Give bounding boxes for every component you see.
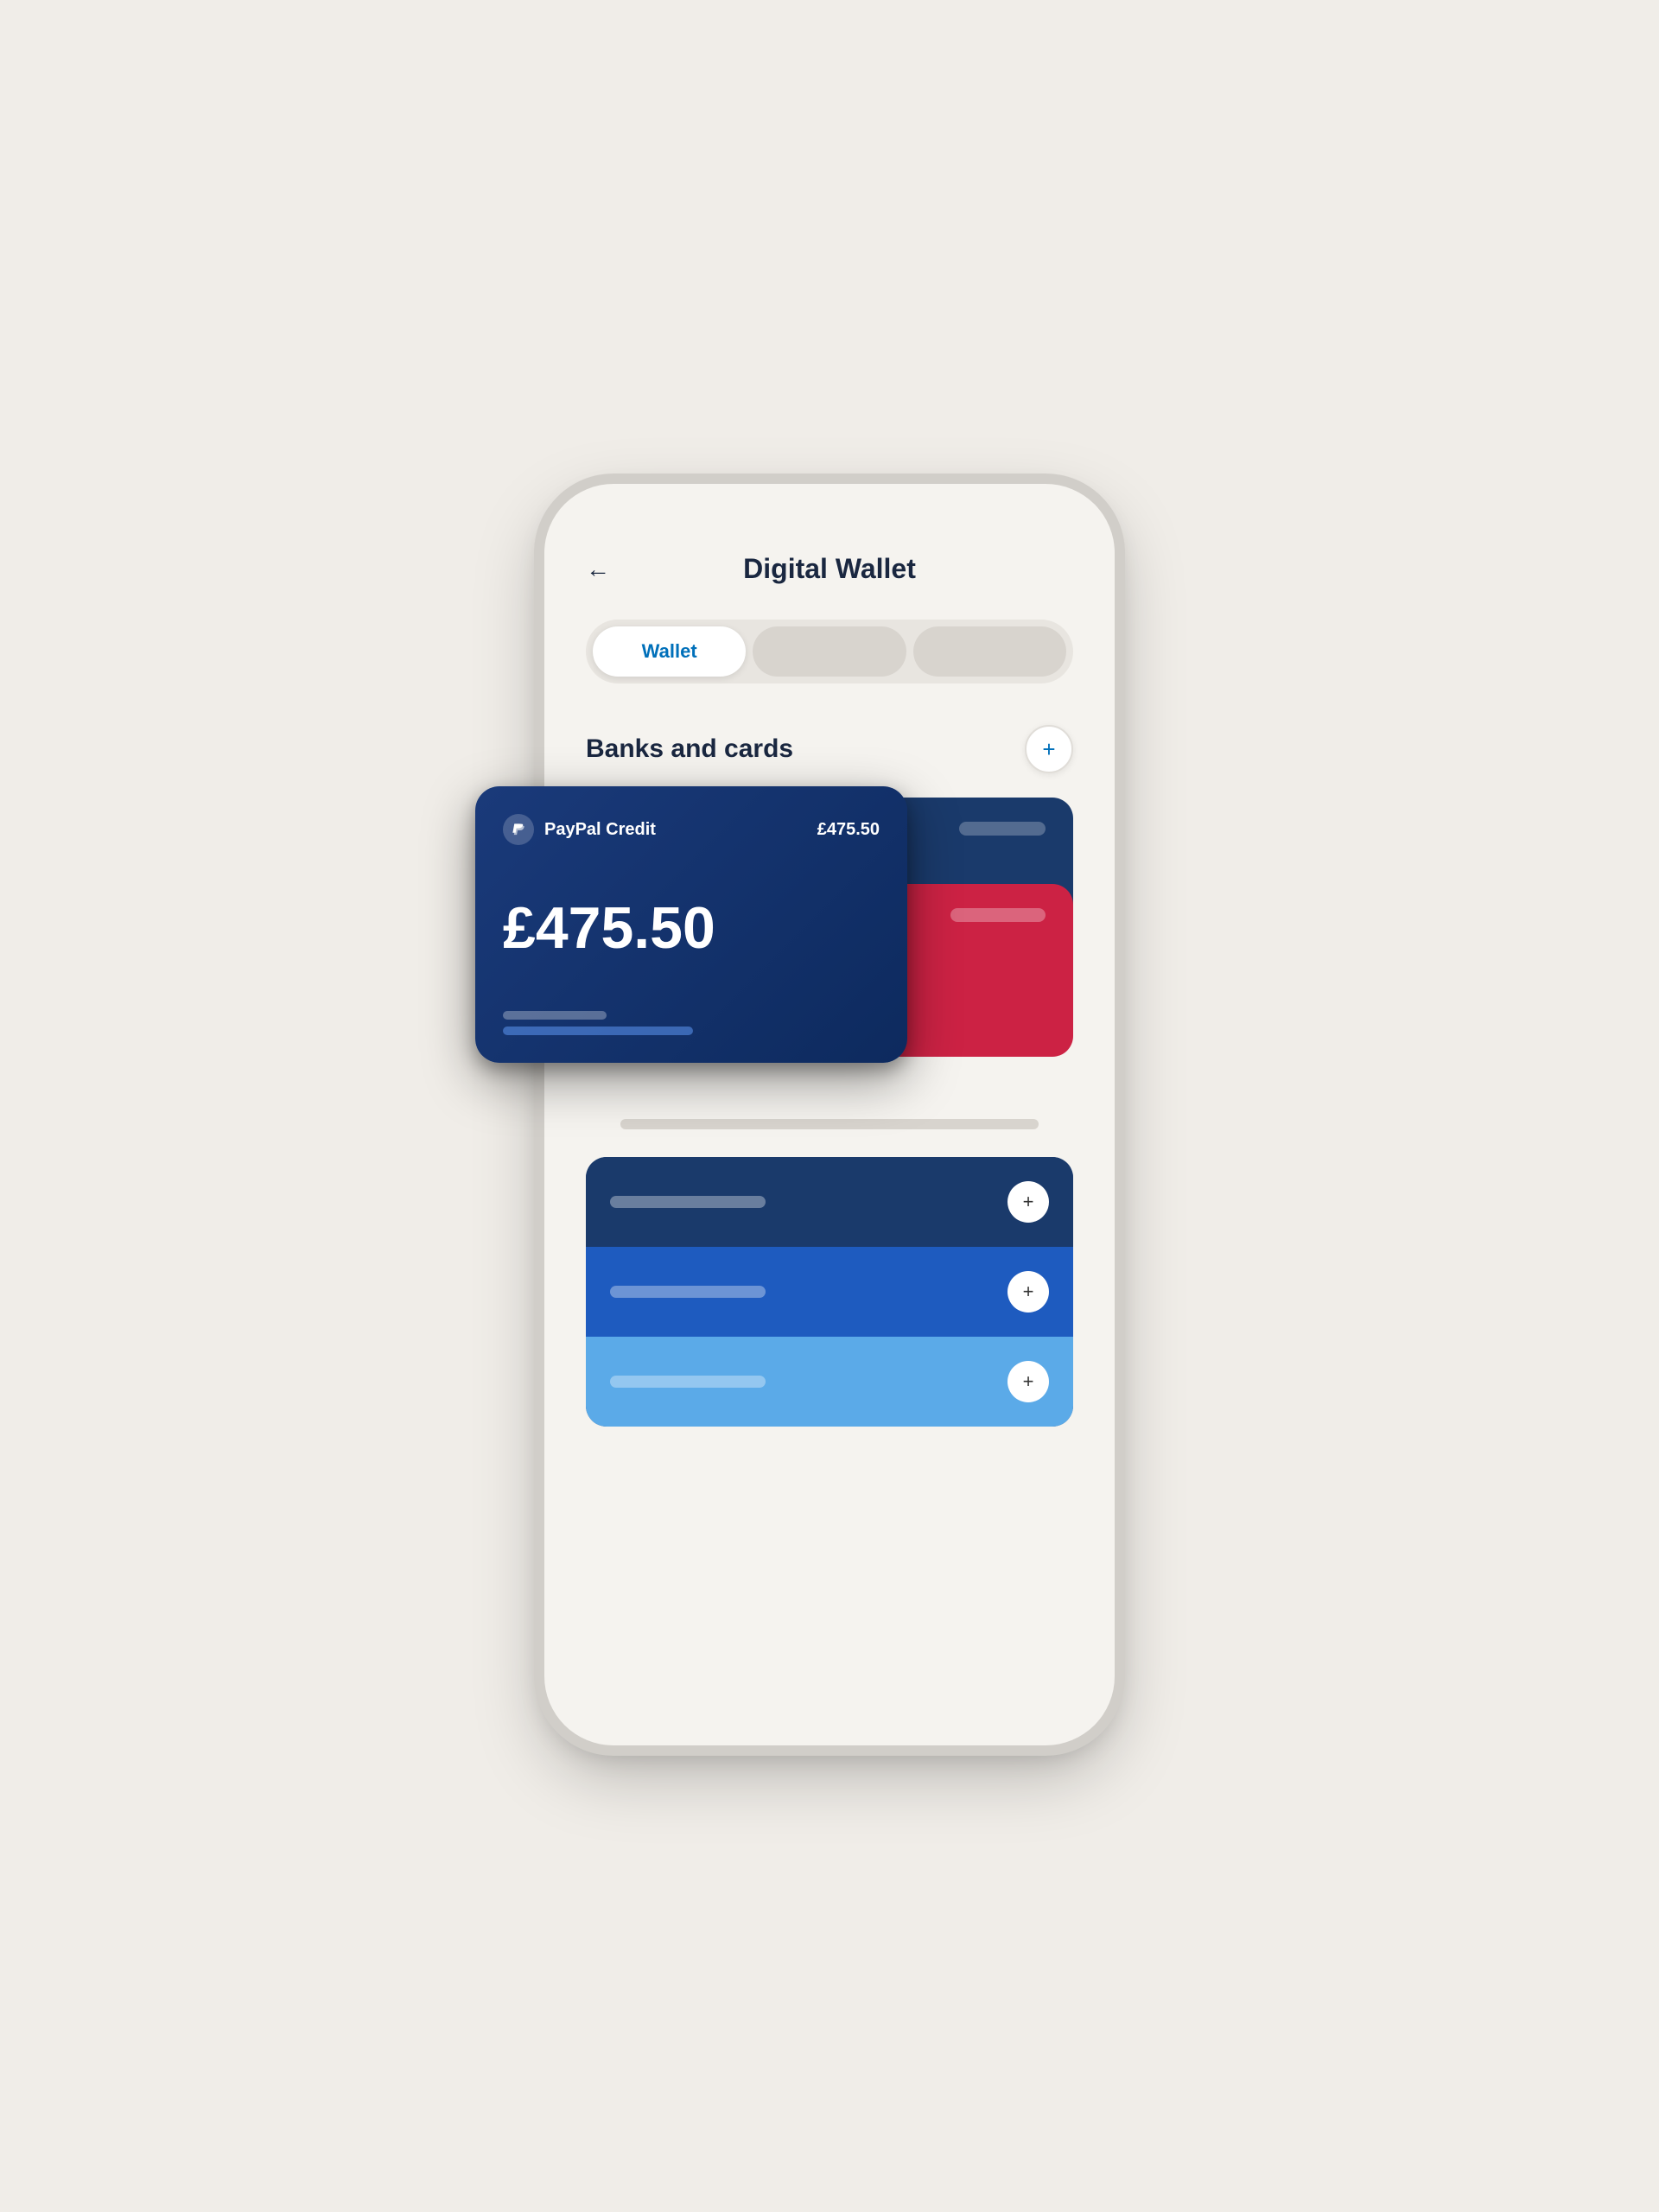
add-card-button[interactable]: + <box>1025 725 1073 773</box>
add-circle-btn-2[interactable]: + <box>1007 1271 1049 1313</box>
card-red-placeholder-2 <box>950 908 1046 922</box>
add-card-placeholder-1 <box>610 1196 766 1208</box>
page-title: Digital Wallet <box>743 553 916 585</box>
paypal-logo-icon <box>503 814 534 845</box>
add-card-row-1[interactable]: + <box>586 1157 1073 1247</box>
tab-3[interactable] <box>913 626 1066 677</box>
add-card-row-2[interactable]: + <box>586 1247 1073 1337</box>
card-bottom-bar <box>503 1027 693 1035</box>
phone-shell: ← Digital Wallet Wallet Banks and cards … <box>544 484 1115 1745</box>
tab-2[interactable] <box>753 626 906 677</box>
tab-wallet[interactable]: Wallet <box>593 626 746 677</box>
card-top-row: PayPal Credit £475.50 <box>503 814 880 845</box>
add-card-placeholder-2 <box>610 1286 766 1298</box>
add-card-placeholder-3 <box>610 1376 766 1388</box>
section-title: Banks and cards <box>586 734 793 764</box>
phone-content: ← Digital Wallet Wallet Banks and cards … <box>544 484 1115 1745</box>
card-nav-placeholder-2 <box>959 822 1046 836</box>
card-bottom-placeholder <box>503 1011 607 1020</box>
card-bottom-details <box>503 1011 880 1035</box>
section-header: Banks and cards + <box>586 725 1073 773</box>
tab-bar: Wallet <box>586 620 1073 683</box>
add-card-row-3[interactable]: + <box>586 1337 1073 1427</box>
add-circle-btn-3[interactable]: + <box>1007 1361 1049 1402</box>
page-header: ← Digital Wallet <box>586 553 1073 585</box>
card-brand-row: PayPal Credit <box>503 814 656 845</box>
scene: ← Digital Wallet Wallet Banks and cards … <box>493 415 1166 1797</box>
card-amount-large: £475.50 <box>503 899 880 957</box>
add-circle-btn-1[interactable]: + <box>1007 1181 1049 1223</box>
paypal-credit-card[interactable]: PayPal Credit £475.50 £475.50 <box>475 786 907 1063</box>
back-button[interactable]: ← <box>586 556 610 583</box>
add-cards-section: + + + <box>586 1157 1073 1427</box>
card-amount-top: £475.50 <box>817 820 880 840</box>
card-brand-label: PayPal Credit <box>544 820 656 840</box>
separator <box>620 1119 1039 1129</box>
